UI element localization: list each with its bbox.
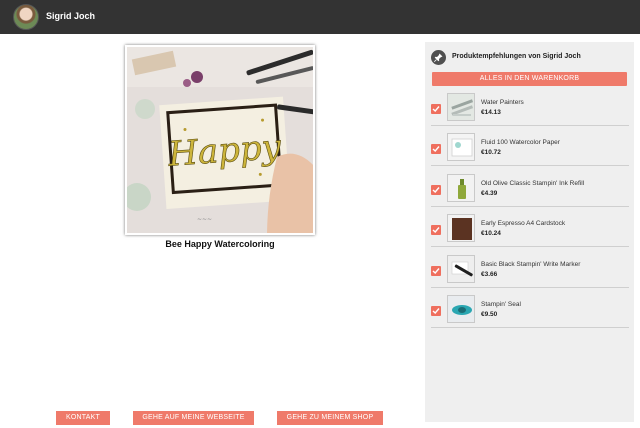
product-name[interactable]: Stampin' Seal [481, 301, 521, 308]
product-price: €9.50 [481, 311, 498, 318]
project-title: Bee Happy Watercoloring [165, 239, 275, 249]
shop-button[interactable]: GEHE ZU MEINEM SHOP [277, 411, 383, 425]
product-name[interactable]: Early Espresso A4 Cardstock [481, 220, 565, 227]
project-photo-image: Happy ~~~ [127, 47, 313, 233]
product-name[interactable]: Old Olive Classic Stampin' Ink Refill [481, 180, 584, 187]
product-item[interactable]: Old Olive Classic Stampin' Ink Refill €4… [431, 173, 629, 207]
product-price: €4.39 [481, 190, 498, 197]
pin-icon [431, 50, 446, 65]
recommendations-title: Produktempfehlungen von Sigrid Joch [452, 53, 581, 60]
product-checkbox[interactable] [431, 306, 441, 316]
product-checkbox[interactable] [431, 266, 441, 276]
add-all-to-cart-button[interactable]: ALLES IN DEN WARENKORB [432, 72, 627, 86]
ink-bottle-icon[interactable] [447, 174, 475, 202]
product-name[interactable]: Basic Black Stampin' Write Marker [481, 261, 580, 268]
product-price: €3.66 [481, 271, 498, 278]
cardstock-icon[interactable] [447, 214, 475, 242]
water-painters-icon[interactable] [447, 93, 475, 121]
contact-button[interactable]: KONTAKT [56, 411, 110, 425]
product-item[interactable]: Basic Black Stampin' Write Marker €3.66 [431, 254, 629, 288]
seal-icon[interactable] [447, 295, 475, 323]
project-photo[interactable]: Happy ~~~ [125, 45, 315, 235]
product-item[interactable]: Early Espresso A4 Cardstock €10.24 [431, 213, 629, 247]
avatar[interactable] [13, 4, 39, 30]
photo-watermark: ~~~ [197, 216, 212, 223]
product-item[interactable]: Water Painters €14.13 [431, 92, 629, 126]
product-checkbox[interactable] [431, 104, 441, 114]
product-name[interactable]: Fluid 100 Watercolor Paper [481, 139, 560, 146]
card-happy-text: Happy [166, 127, 283, 175]
product-name[interactable]: Water Painters [481, 99, 524, 106]
top-bar: Sigrid Joch [0, 0, 640, 34]
paper-icon[interactable] [447, 133, 475, 161]
product-price: €10.24 [481, 230, 501, 237]
product-item[interactable]: Fluid 100 Watercolor Paper €10.72 [431, 132, 629, 166]
product-checkbox[interactable] [431, 144, 441, 154]
product-price: €10.72 [481, 149, 501, 156]
website-button[interactable]: GEHE AUF MEINE WEBSEITE [133, 411, 254, 425]
product-checkbox[interactable] [431, 225, 441, 235]
product-checkbox[interactable] [431, 185, 441, 195]
recommendations-sidebar: Produktempfehlungen von Sigrid Joch ALLE… [425, 42, 634, 422]
product-price: €14.13 [481, 109, 501, 116]
product-item[interactable]: Stampin' Seal €9.50 [431, 294, 629, 328]
author-name[interactable]: Sigrid Joch [46, 11, 95, 21]
marker-icon[interactable] [447, 255, 475, 283]
recommendations-header: Produktempfehlungen von Sigrid Joch [431, 50, 631, 66]
